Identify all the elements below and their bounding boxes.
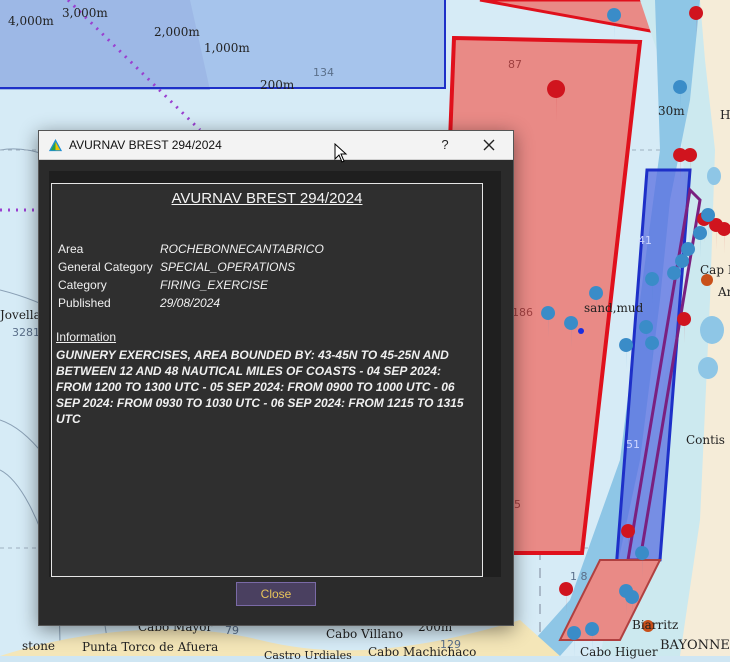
depth-label-3281: 3281 bbox=[12, 326, 40, 339]
depth-label-1000: 1,000m bbox=[204, 41, 250, 55]
mouse-cursor-icon bbox=[334, 143, 348, 163]
depth-label-134: 134 bbox=[313, 66, 334, 79]
information-label: Information bbox=[56, 330, 117, 344]
close-icon bbox=[483, 139, 495, 151]
depth-label-51: 51 bbox=[626, 438, 640, 451]
depth-label-3000: 3,000m bbox=[62, 6, 108, 20]
depth-label-18: 1 8 bbox=[570, 570, 588, 583]
avurnav-dialog: AVURNAV BREST 294/2024 ? AVURNAV BREST 2… bbox=[38, 130, 514, 626]
place-label-bayonne: BAYONNE bbox=[660, 638, 730, 653]
place-label-cabo-villano: Cabo Villano bbox=[326, 627, 404, 641]
field-value: SPECIAL_OPERATIONS bbox=[160, 260, 296, 274]
place-label-cabo-machichaco: Cabo Machichaco bbox=[368, 645, 477, 659]
help-button[interactable]: ? bbox=[435, 135, 455, 155]
depth-label-41: 41 bbox=[638, 234, 652, 247]
notice-panel: AVURNAV BREST 294/2024 Area ROCHEBONNECA… bbox=[51, 183, 483, 577]
depth-label-200: 200m bbox=[260, 78, 295, 92]
place-label-an: An bbox=[718, 285, 730, 299]
dialog-title: AVURNAV BREST 294/2024 bbox=[69, 138, 222, 152]
place-label-punta-torco: Punta Torco de Afuera bbox=[82, 640, 219, 654]
place-label-biarritz: Biarritz bbox=[632, 618, 679, 632]
field-value: FIRING_EXERCISE bbox=[160, 278, 269, 292]
place-label-h: H bbox=[720, 108, 730, 122]
depth-label-30m: 30m bbox=[658, 104, 685, 118]
place-label-stone: stone bbox=[22, 639, 56, 653]
depth-label-5: 5 bbox=[514, 498, 521, 511]
place-label-cap-b: Cap B bbox=[700, 263, 730, 277]
field-key: Area bbox=[58, 242, 84, 256]
field-key: Published bbox=[58, 296, 111, 310]
close-button[interactable]: Close bbox=[236, 582, 316, 606]
field-value: ROCHEBONNECANTABRICO bbox=[160, 242, 324, 256]
place-label-contis: Contis bbox=[686, 433, 725, 447]
information-text: GUNNERY EXERCISES, AREA BOUNDED BY: 43-4… bbox=[56, 348, 464, 426]
dialog-titlebar[interactable]: AVURNAV BREST 294/2024 ? bbox=[39, 131, 513, 160]
field-key: General Category bbox=[58, 260, 153, 274]
place-label-sand-mud: sand,mud bbox=[584, 301, 644, 315]
place-label-jovella: Jovella bbox=[0, 308, 41, 322]
depth-label-2000: 2,000m bbox=[154, 25, 200, 39]
place-label-cabo-higuer: Cabo Higuer bbox=[580, 645, 658, 659]
field-key: Category bbox=[58, 278, 107, 292]
window-close-button[interactable] bbox=[477, 134, 501, 156]
notice-header: AVURNAV BREST 294/2024 bbox=[171, 190, 363, 207]
depth-label-87: 87 bbox=[508, 58, 522, 71]
field-value: 29/08/2024 bbox=[160, 296, 221, 310]
app-logo-icon bbox=[48, 138, 63, 152]
depth-label-4000: 4,000m bbox=[8, 14, 54, 28]
depth-label-186: 186 bbox=[512, 306, 533, 319]
